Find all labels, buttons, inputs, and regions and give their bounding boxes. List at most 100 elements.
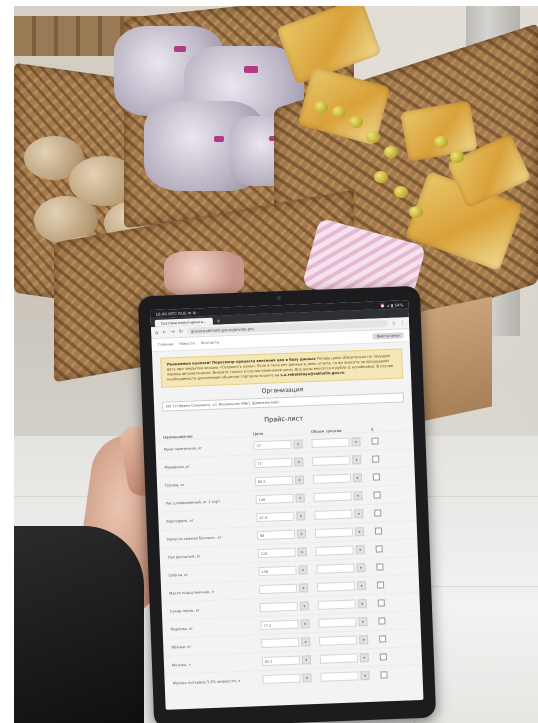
row-checkbox[interactable] [376, 581, 385, 589]
new-tab-button[interactable]: + [216, 318, 220, 324]
stepper-icon[interactable]: ▾ [301, 637, 311, 647]
price-input[interactable] [261, 637, 300, 649]
star-icon[interactable]: ☆ [391, 320, 396, 326]
stepper-icon[interactable]: ▾ [353, 491, 363, 501]
stepper-icon[interactable]: ▾ [352, 473, 363, 483]
stepper-icon[interactable]: ▾ [301, 655, 312, 665]
stepper-icon[interactable]: ▾ [299, 601, 309, 611]
volume-input[interactable] [312, 455, 351, 466]
row-checkbox[interactable] [378, 617, 386, 625]
product-name: Капуста свежая белокоч., кг [167, 535, 222, 542]
stepper-icon[interactable]: ▾ [359, 652, 370, 663]
price-input[interactable]: 82.5 [261, 655, 301, 667]
product-name: Молоко, л [171, 662, 191, 668]
price-input[interactable]: 68 [256, 529, 296, 541]
stepper-icon[interactable]: ▾ [356, 563, 366, 573]
product-name: Сахар-песок, кг [169, 607, 200, 614]
row-checkbox[interactable] [372, 455, 380, 463]
row-checkbox[interactable] [375, 545, 383, 553]
volume-input[interactable] [311, 437, 350, 449]
tablet: 16:40 МТС RUS ✉ ⚙ · ⏰ ⊿ ▮ 54% Система мо… [137, 285, 437, 723]
product-name: Макароны, кг [164, 464, 191, 470]
stepper-icon[interactable]: ▾ [300, 619, 310, 629]
stepper-icon[interactable]: ▾ [358, 616, 368, 627]
volume-input[interactable] [316, 563, 355, 574]
volume-input[interactable] [319, 635, 358, 646]
stepper-icon[interactable]: ▾ [352, 455, 362, 465]
stepper-icon[interactable]: ▾ [354, 509, 364, 519]
nav-item-home[interactable]: Главная [158, 342, 174, 347]
row-checkbox[interactable] [376, 563, 384, 571]
volume-input[interactable] [315, 545, 354, 556]
row-checkbox[interactable] [371, 437, 379, 445]
stepper-icon[interactable]: ▾ [293, 439, 303, 449]
price-input[interactable]: 77 [254, 457, 293, 469]
stepper-icon[interactable]: ▾ [296, 511, 306, 521]
price-input[interactable]: 77.2 [260, 619, 299, 631]
reload-icon[interactable]: ↻ [179, 328, 183, 334]
product-name: Лук репчатый, кг [167, 553, 201, 560]
camera-dot [276, 296, 282, 301]
forward-icon[interactable]: → [170, 329, 174, 335]
row-checkbox[interactable] [374, 527, 383, 535]
price-input[interactable] [262, 673, 301, 685]
row-checkbox[interactable] [380, 671, 388, 679]
price-table-body: Мука пшеничная, кг 37 ▾ ▾ Макароны, кг 77 ▾ ▾ Гр… [155, 430, 423, 692]
volume-input[interactable] [314, 509, 353, 520]
volume-input[interactable] [320, 671, 359, 682]
col-check: 5 [370, 426, 374, 432]
stepper-icon[interactable]: ▾ [354, 527, 365, 537]
stepper-icon[interactable]: ▾ [294, 475, 305, 485]
enter-prices-button[interactable]: Ввести цены [372, 332, 404, 340]
stepper-icon[interactable]: ▾ [355, 545, 365, 555]
row-checkbox[interactable] [374, 509, 382, 517]
volume-input[interactable] [319, 653, 359, 664]
volume-input[interactable] [318, 617, 357, 628]
volume-input[interactable] [313, 491, 352, 502]
volume-input[interactable] [316, 581, 356, 592]
volume-input[interactable] [314, 527, 354, 538]
notice-box: Уважаемые коллеги! Пересмотр процесса вн… [160, 348, 404, 388]
volume-input[interactable] [317, 599, 356, 610]
stepper-icon[interactable]: ▾ [297, 547, 307, 557]
row-checkbox[interactable] [379, 635, 387, 643]
price-input[interactable] [259, 601, 298, 613]
product-name: Свёкла, кг [168, 572, 189, 578]
row-checkbox[interactable] [372, 473, 381, 481]
row-checkbox[interactable] [377, 599, 385, 607]
nav-item-news[interactable]: Новости [179, 341, 195, 346]
stepper-icon[interactable]: ▾ [356, 581, 367, 591]
menu-icon[interactable]: ⋮ [400, 320, 405, 326]
back-icon[interactable]: ← [162, 329, 166, 335]
stepper-icon[interactable]: ▾ [295, 493, 305, 503]
price-input[interactable]: 119 [257, 547, 296, 559]
price-input[interactable]: 47.9 [256, 511, 295, 523]
price-input[interactable]: 136 [258, 565, 297, 577]
row-checkbox[interactable] [373, 491, 381, 499]
stepper-icon[interactable]: ▾ [357, 599, 367, 609]
tablet-screen: 16:40 МТС RUS ✉ ⚙ · ⏰ ⊿ ▮ 54% Система мо… [150, 300, 424, 710]
product-name: Масло подсолнечное, л [169, 589, 214, 596]
stepper-icon[interactable]: ▾ [298, 583, 309, 593]
stepper-icon[interactable]: ▾ [351, 437, 361, 447]
stepper-icon[interactable]: ▾ [294, 457, 304, 467]
product-name: Яблоки, кг [171, 644, 192, 650]
status-right: ⏰ ⊿ ▮ 54% [379, 301, 404, 308]
volume-input[interactable] [312, 473, 352, 484]
stepper-icon[interactable]: ▾ [298, 565, 308, 575]
product-name: Морковь, кг [170, 626, 194, 632]
stepper-icon[interactable]: ▾ [296, 529, 307, 539]
store-photo: 16:40 МТС RUS ✉ ⚙ · ⏰ ⊿ ▮ 54% Система мо… [14, 6, 538, 723]
price-input[interactable]: 66.5 [254, 475, 294, 487]
jacket-sleeve [14, 526, 144, 723]
price-input[interactable] [258, 583, 298, 595]
price-input[interactable]: 37 [253, 439, 292, 451]
home-icon[interactable]: ⌂ [155, 329, 158, 335]
row-checkbox[interactable] [379, 653, 387, 661]
nav-item-contacts[interactable]: Контакты [201, 340, 220, 345]
stepper-icon[interactable]: ▾ [358, 634, 369, 645]
stepper-icon[interactable]: ▾ [360, 670, 370, 681]
price-input[interactable]: 148 [255, 493, 294, 505]
stepper-icon[interactable]: ▾ [302, 673, 312, 683]
product-name: Картофель, кг [166, 518, 194, 524]
